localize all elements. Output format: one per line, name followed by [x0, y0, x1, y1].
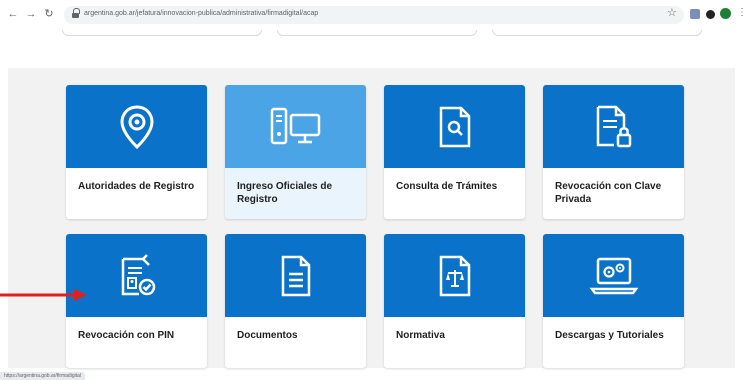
- previous-card: [492, 30, 702, 36]
- document-search-icon: [439, 106, 470, 147]
- browser-menu-icon[interactable]: ⋮: [737, 8, 743, 18]
- tile-descargas-y-tutoriales[interactable]: Descargas y Tutoriales: [543, 234, 684, 368]
- clipboard-check-icon: [121, 253, 155, 295]
- tile-label: Revocación con Clave Privada: [555, 181, 662, 205]
- document-icon: [281, 255, 310, 296]
- tile-consulta-de-tramites[interactable]: Consulta de Trámites: [384, 85, 525, 219]
- laptop-gears-icon: [589, 257, 638, 294]
- document-lock-icon: [596, 105, 631, 147]
- previous-card: [277, 30, 477, 36]
- tile-documentos[interactable]: Documentos: [225, 234, 366, 368]
- browser-toolbar: ← → ↻ argentina.gob.ar/jefatura/innovaci…: [0, 0, 743, 30]
- previous-card: [62, 30, 262, 36]
- tiles-section: Autoridades de Registro Ingreso Oficiale…: [8, 68, 735, 368]
- tile-label: Documentos: [237, 330, 298, 341]
- bookmark-star-icon[interactable]: ☆: [667, 6, 677, 19]
- tile-autoridades-de-registro[interactable]: Autoridades de Registro: [66, 85, 207, 219]
- reload-button[interactable]: ↻: [42, 7, 56, 21]
- tile-revocacion-con-clave-privada[interactable]: Revocación con Clave Privada: [543, 85, 684, 219]
- tile-label: Revocación con PIN: [78, 330, 175, 341]
- address-bar[interactable]: argentina.gob.ar/jefatura/innovacion-pub…: [64, 6, 684, 24]
- tile-label: Consulta de Trámites: [396, 181, 498, 192]
- lock-icon: [72, 8, 80, 19]
- tile-label: Descargas y Tutoriales: [555, 330, 664, 341]
- status-bar-url: https://argentina.gob.ar/firmadigital: [0, 372, 85, 380]
- tile-normativa[interactable]: Normativa: [384, 234, 525, 368]
- tile-ingreso-oficiales-de-registro[interactable]: Ingreso Oficiales de Registro: [225, 85, 366, 219]
- url-text: argentina.gob.ar/jefatura/innovacion-pub…: [84, 10, 319, 17]
- location-pin-icon: [119, 104, 154, 149]
- tile-label: Ingreso Oficiales de Registro: [237, 181, 333, 205]
- profile-avatar[interactable]: [720, 8, 731, 19]
- tile-label: Normativa: [396, 330, 445, 341]
- tile-label: Autoridades de Registro: [78, 181, 195, 192]
- forward-button[interactable]: →: [24, 7, 38, 21]
- extension-icon[interactable]: [690, 9, 700, 19]
- red-arrow-annotation: [0, 289, 87, 301]
- computer-icon: [270, 107, 320, 144]
- back-button[interactable]: ←: [6, 7, 20, 21]
- extension-icon[interactable]: [706, 10, 715, 19]
- document-scale-icon: [439, 255, 470, 296]
